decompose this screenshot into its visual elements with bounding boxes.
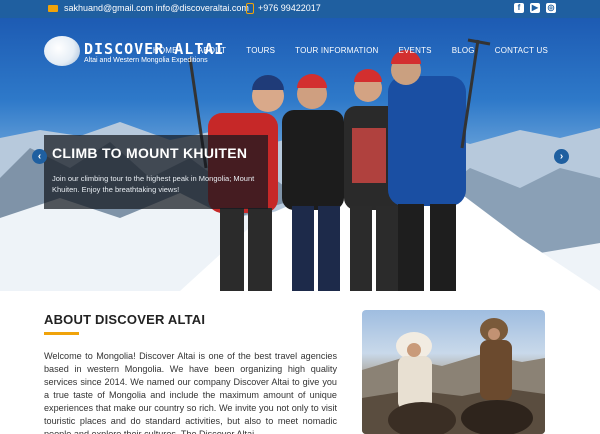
facebook-icon[interactable]: f — [514, 3, 524, 13]
slide-title: CLIMB TO MOUNT KHUITEN — [52, 145, 248, 161]
title-underline — [44, 332, 79, 335]
nav-item-contact-us[interactable]: CONTACT US — [495, 46, 548, 55]
hero-slider: DISCOVER ALTAI Altai and Western Mongoli… — [0, 18, 600, 291]
about-text: Welcome to Mongolia! Discover Altai is o… — [44, 351, 337, 434]
brand-tagline: Altai and Western Mongolia Expeditions — [84, 57, 208, 64]
envelope-icon — [48, 4, 58, 12]
slide-caption: CLIMB TO MOUNT KHUITEN Join our climbing… — [44, 135, 268, 209]
nav-item-blog[interactable]: BLOG — [452, 46, 475, 55]
top-bar: sakhuand@gmail.com info@discoveraltai.co… — [0, 0, 600, 18]
social-links: f ▶ ◎ — [514, 3, 556, 13]
phone-icon — [246, 3, 254, 14]
nav-menu: HOME ABOUT TOURS TOUR INFORMATION EVENTS… — [153, 46, 548, 55]
instagram-icon[interactable]: ◎ — [546, 3, 556, 13]
logo-icon[interactable] — [44, 36, 80, 66]
phone-text[interactable]: +976 99422017 — [258, 3, 321, 13]
about-title: ABOUT DISCOVER ALTAI — [44, 312, 206, 327]
nav-item-tours[interactable]: TOURS — [246, 46, 275, 55]
youtube-icon[interactable]: ▶ — [530, 3, 540, 13]
eagle-hunters-image — [362, 318, 545, 434]
slider-prev-button[interactable]: ‹ — [32, 149, 47, 164]
email-text[interactable]: sakhuand@gmail.com info@discoveraltai.co… — [64, 3, 249, 13]
nav-item-about[interactable]: ABOUT — [198, 46, 227, 55]
main-navigation: DISCOVER ALTAI Altai and Western Mongoli… — [0, 18, 600, 84]
slider-next-button[interactable]: › — [554, 149, 569, 164]
nav-item-tour-information[interactable]: TOUR INFORMATION — [295, 46, 378, 55]
slide-text: Join our climbing tour to the highest pe… — [52, 174, 255, 194]
about-photo — [362, 310, 545, 434]
nav-item-events[interactable]: EVENTS — [398, 46, 431, 55]
contact-info: sakhuand@gmail.com info@discoveraltai.co… — [48, 3, 249, 13]
nav-item-home[interactable]: HOME — [153, 46, 178, 55]
